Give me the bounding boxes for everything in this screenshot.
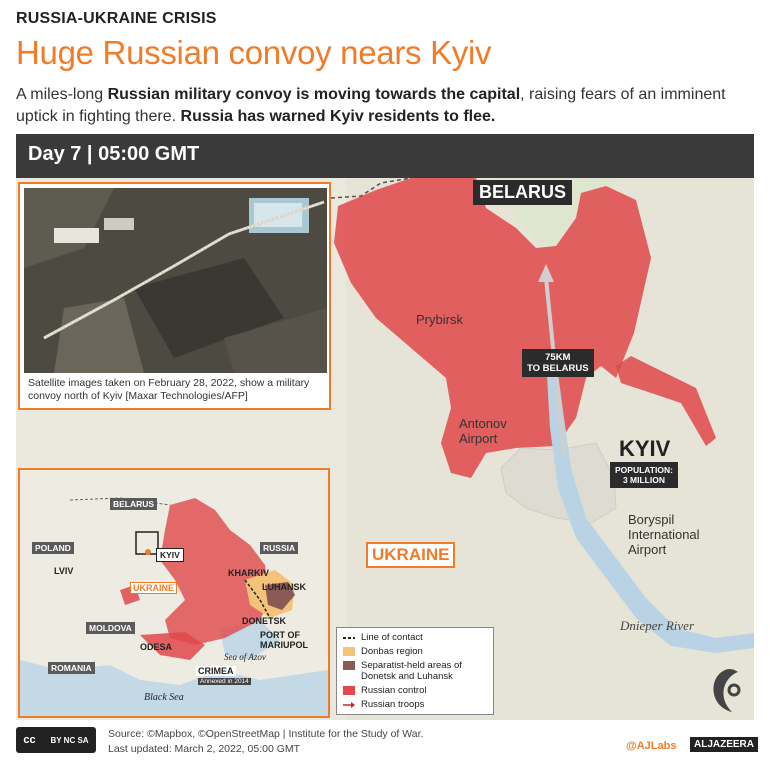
- population-line-2: 3 MILLION: [622, 475, 665, 485]
- distance-line-2: TO BELARUS: [527, 363, 589, 374]
- label-kyiv: KYIV: [619, 436, 671, 461]
- boryspil-line-1: Boryspil: [628, 512, 675, 527]
- label-ukraine: UKRAINE: [366, 542, 456, 568]
- standfirst-bold-2: Russia has warned Kyiv residents to flee…: [180, 108, 496, 125]
- footer: cc BY NC SA Source: ©Mapbox, ©OpenStreet…: [0, 722, 770, 769]
- boryspil-line-2: International: [628, 527, 700, 542]
- satellite-photo: [24, 188, 327, 373]
- label-prybirsk: Prybirsk: [416, 312, 463, 327]
- legend-swatch-dashed-line: [343, 637, 355, 639]
- ajlabs-handle: @AJLabs: [626, 740, 677, 752]
- distance-label: 75KM TO BELARUS: [522, 349, 594, 377]
- legend-item-russian-control: Russian control: [343, 685, 487, 696]
- creative-commons-badge: cc BY NC SA: [16, 727, 96, 753]
- inset-label-lviv: LVIV: [54, 566, 74, 576]
- inset-label-annexed: Annexed in 2014: [198, 678, 251, 685]
- inset-label-luhansk: LUHANSK: [262, 582, 306, 592]
- antonov-line-2: Airport: [459, 431, 498, 446]
- headline: Huge Russian convoy nears Kyiv: [16, 34, 492, 71]
- legend-item-donbas: Donbas region: [343, 646, 487, 657]
- satellite-photo-inset: Satellite images taken on February 28, 2…: [18, 182, 331, 410]
- legend-label: Russian control: [361, 685, 427, 696]
- inset-label-ukraine: UKRAINE: [130, 582, 178, 594]
- standfirst-bold-1: Russian military convoy is moving toward…: [107, 86, 521, 103]
- legend-label: Separatist-held areas of Donetsk and Luh…: [361, 660, 462, 682]
- boryspil-line-3: Airport: [628, 542, 667, 557]
- port-line-1: PORT OF: [260, 630, 300, 640]
- population-line-1: POPULATION:: [615, 465, 673, 475]
- legend-swatch-russian-control: [343, 686, 355, 695]
- updated-line: Last updated: March 2, 2022, 05:00 GMT: [108, 743, 301, 755]
- kicker: RUSSIA-UKRAINE CRISIS: [16, 10, 217, 27]
- legend-label: Line of contact: [361, 632, 423, 643]
- legend-swatch-separatist: [343, 661, 355, 670]
- satellite-image: [24, 188, 327, 373]
- legend-swatch-donbas: [343, 647, 355, 656]
- map-legend: Line of contact Donbas region Separatist…: [336, 627, 494, 715]
- standfirst-part-1: A miles-long: [16, 86, 108, 103]
- inset-label-russia: RUSSIA: [260, 542, 299, 554]
- cc-icon: cc: [23, 734, 36, 746]
- inset-label-odesa: ODESA: [140, 642, 173, 652]
- legend-label: Donbas region: [361, 646, 423, 657]
- inset-label-belarus: BELARUS: [110, 498, 158, 510]
- inset-label-kharkiv: KHARKIV: [228, 568, 270, 578]
- label-dnieper-river: Dnieper River: [620, 618, 695, 633]
- standfirst: A miles-long Russian military convoy is …: [16, 84, 756, 128]
- legend-item-russian-troops: Russian troops: [343, 699, 487, 710]
- cc-tags: BY NC SA: [50, 735, 89, 745]
- source-line: Source: ©Mapbox, ©OpenStreetMap | Instit…: [108, 728, 424, 740]
- day-time-bar: Day 7 | 05:00 GMT: [16, 134, 754, 178]
- inset-label-port-mariupol: PORT OF MARIUPOL: [260, 630, 308, 650]
- label-boryspil-airport: Boryspil International Airport: [628, 512, 700, 557]
- photo-caption: Satellite images taken on February 28, 2…: [28, 377, 310, 402]
- legend-arrow-icon: [343, 702, 355, 708]
- inset-label-kyiv: KYIV: [156, 548, 184, 562]
- distance-line-1: 75KM: [545, 352, 571, 363]
- source-text: Source: ©Mapbox, ©OpenStreetMap | Instit…: [108, 727, 423, 757]
- inset-label-crimea: CRIMEA: [196, 666, 236, 676]
- legend-item-separatist: Separatist-held areas of Donetsk and Luh…: [343, 660, 487, 682]
- inset-label-sea-of-azov: Sea of Azov: [224, 652, 266, 662]
- inset-label-black-sea: Black Sea: [144, 692, 184, 703]
- port-line-2: MARIUPOL: [260, 640, 308, 650]
- aljazeera-wordmark: ALJAZEERA: [690, 737, 759, 752]
- aljazeera-logo-icon: [713, 668, 741, 712]
- inset-label-romania: ROMANIA: [48, 662, 95, 674]
- main-map: BELARUS Prybirsk Antonov Airport 75KM TO…: [16, 178, 754, 720]
- label-antonov-airport: Antonov Airport: [459, 416, 507, 446]
- inset-label-poland: POLAND: [32, 542, 74, 554]
- antonov-line-1: Antonov: [459, 416, 507, 431]
- legend-label: Russian troops: [361, 699, 425, 710]
- overview-inset-map: BELARUS RUSSIA POLAND LVIV KYIV UKRAINE …: [18, 468, 330, 718]
- label-belarus: BELARUS: [473, 180, 573, 205]
- population-label: POPULATION: 3 MILLION: [610, 462, 678, 488]
- inset-label-donetsk: DONETSK: [242, 616, 287, 626]
- legend-item-line-of-contact: Line of contact: [343, 632, 487, 643]
- inset-label-moldova: MOLDOVA: [86, 622, 135, 634]
